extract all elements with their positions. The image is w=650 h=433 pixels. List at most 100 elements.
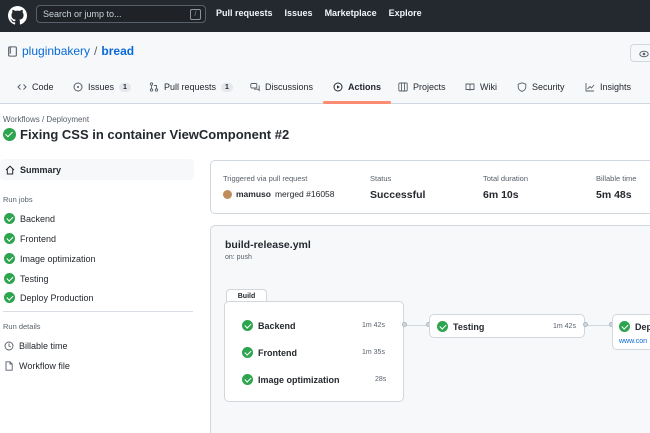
sidebar-job-label: Image optimization [20, 253, 96, 264]
tab-issues[interactable]: Issues 1 [73, 72, 131, 102]
graph-connector-dot [583, 322, 588, 327]
book-icon [465, 83, 475, 91]
graph-job-name: Dep [635, 321, 650, 332]
workflow-graph-card: build-release.yml on: push Build Backend… [210, 225, 650, 433]
breadcrumb[interactable]: Workflows / Deployment [3, 115, 89, 124]
sidebar-job-label: Testing [20, 273, 49, 284]
graph-job-name: Frontend [258, 347, 297, 358]
sidebar-detail-label: Billable time [19, 341, 68, 351]
clock-icon [4, 341, 14, 351]
deploy-url-link[interactable]: www.con [619, 338, 647, 345]
sidebar-item-summary[interactable]: Summary [0, 159, 194, 180]
repo-header: pluginbakery / bread Code Issues 1 Pull … [0, 32, 650, 104]
billable-value: 5m 48s [596, 189, 632, 201]
graph-job-deploy[interactable]: Dep www.con [612, 314, 650, 350]
graph-job-duration: 1m 35s [362, 349, 385, 356]
trigger-action-text[interactable]: merged #16058 [275, 189, 335, 199]
repo-separator: / [94, 44, 98, 58]
global-header: Search or jump to... / Pull requests Iss… [0, 0, 650, 32]
success-check-icon [4, 292, 15, 303]
search-input[interactable]: Search or jump to... / [36, 5, 206, 23]
graph-icon [585, 83, 595, 92]
trigger-user-link[interactable]: mamuso [236, 189, 271, 199]
nav-explore[interactable]: Explore [389, 8, 422, 18]
graph-connector-dot [402, 322, 407, 327]
avatar[interactable] [223, 189, 232, 199]
graph-job-image-optimization[interactable]: Image optimization [242, 374, 340, 385]
tab-projects-label: Projects [413, 82, 446, 92]
sidebar-job-testing[interactable]: Testing [4, 273, 49, 284]
success-check-icon [242, 320, 253, 331]
tab-security-label: Security [532, 82, 565, 92]
sidebar-divider [3, 311, 193, 312]
graph-job-duration: 28s [375, 376, 387, 383]
page-title: Fixing CSS in container ViewComponent #2 [3, 127, 289, 142]
nav-marketplace[interactable]: Marketplace [325, 8, 377, 18]
github-logo-icon[interactable] [8, 6, 27, 25]
repo-title: pluginbakery / bread [7, 44, 134, 58]
success-check-icon [3, 128, 16, 141]
workflow-file-name[interactable]: build-release.yml [225, 239, 311, 251]
tab-security[interactable]: Security [517, 72, 565, 102]
sidebar-job-image-optimization[interactable]: Image optimization [4, 253, 96, 264]
sidebar-job-frontend[interactable]: Frontend [4, 233, 56, 244]
tab-actions-label: Actions [348, 82, 382, 92]
graph-job-backend[interactable]: Backend [242, 320, 296, 331]
discussions-icon [250, 83, 260, 92]
run-summary-card: Triggered via pull request mamuso merged… [210, 160, 650, 214]
sidebar-job-label: Frontend [20, 233, 57, 244]
watch-button[interactable] [630, 44, 650, 62]
success-check-icon [242, 347, 253, 358]
success-check-icon [4, 253, 15, 264]
repo-owner-link[interactable]: pluginbakery [22, 44, 90, 58]
global-nav: Pull requests Issues Marketplace Explore [216, 8, 422, 18]
graph-job-deploy-title: Dep [619, 321, 650, 332]
triggered-label: Triggered via pull request [223, 174, 308, 183]
tab-wiki-label: Wiki [480, 82, 497, 92]
actions-icon [333, 82, 343, 92]
graph-job-frontend[interactable]: Frontend [242, 347, 297, 358]
duration-value: 6m 10s [483, 189, 519, 201]
tab-projects[interactable]: Projects [398, 72, 446, 102]
sidebar-job-deploy-production[interactable]: Deploy Production [4, 292, 94, 303]
sidebar-item-billable-time[interactable]: Billable time [4, 341, 68, 351]
workflow-trigger: on: push [225, 254, 252, 261]
graph-job-testing-title: Testing [437, 321, 484, 332]
graph-job-name: Testing [453, 321, 485, 332]
graph-job-testing[interactable]: Testing 1m 42s [429, 314, 585, 338]
sidebar-job-backend[interactable]: Backend [4, 213, 55, 224]
sidebar-job-label: Deploy Production [20, 292, 94, 303]
eye-icon [639, 50, 649, 58]
tab-code[interactable]: Code [17, 72, 54, 102]
pull-request-icon [149, 82, 159, 92]
graph-job-name: Image optimization [258, 374, 340, 385]
home-icon [5, 165, 15, 174]
issue-icon [73, 82, 83, 92]
tab-issues-label: Issues [88, 82, 115, 92]
success-check-icon [4, 273, 15, 284]
tab-discussions-label: Discussions [265, 82, 314, 92]
active-tab-underline [323, 101, 391, 104]
file-icon [5, 361, 13, 371]
shield-icon [517, 82, 527, 92]
sidebar-detail-label: Workflow file [19, 361, 70, 371]
tab-pull-requests[interactable]: Pull requests 1 [149, 72, 233, 102]
sidebar-summary-label: Summary [20, 164, 62, 175]
tab-insights[interactable]: Insights [585, 72, 631, 102]
nav-issues[interactable]: Issues [285, 8, 313, 18]
search-placeholder: Search or jump to... [43, 9, 122, 19]
success-check-icon [437, 321, 448, 332]
tab-code-label: Code [32, 82, 54, 92]
tab-discussions[interactable]: Discussions [250, 72, 313, 102]
run-jobs-heading: Run jobs [3, 195, 33, 204]
repo-name-link[interactable]: bread [101, 44, 134, 58]
run-title-text: Fixing CSS in container ViewComponent #2 [20, 127, 290, 142]
nav-pull-requests[interactable]: Pull requests [216, 8, 273, 18]
tab-wiki[interactable]: Wiki [465, 72, 497, 102]
repo-icon [8, 45, 17, 57]
pull-requests-count-badge: 1 [221, 82, 233, 92]
tab-actions[interactable]: Actions [333, 72, 381, 102]
success-check-icon [242, 374, 253, 385]
sidebar-item-workflow-file[interactable]: Workflow file [4, 361, 70, 371]
code-icon [17, 84, 27, 90]
